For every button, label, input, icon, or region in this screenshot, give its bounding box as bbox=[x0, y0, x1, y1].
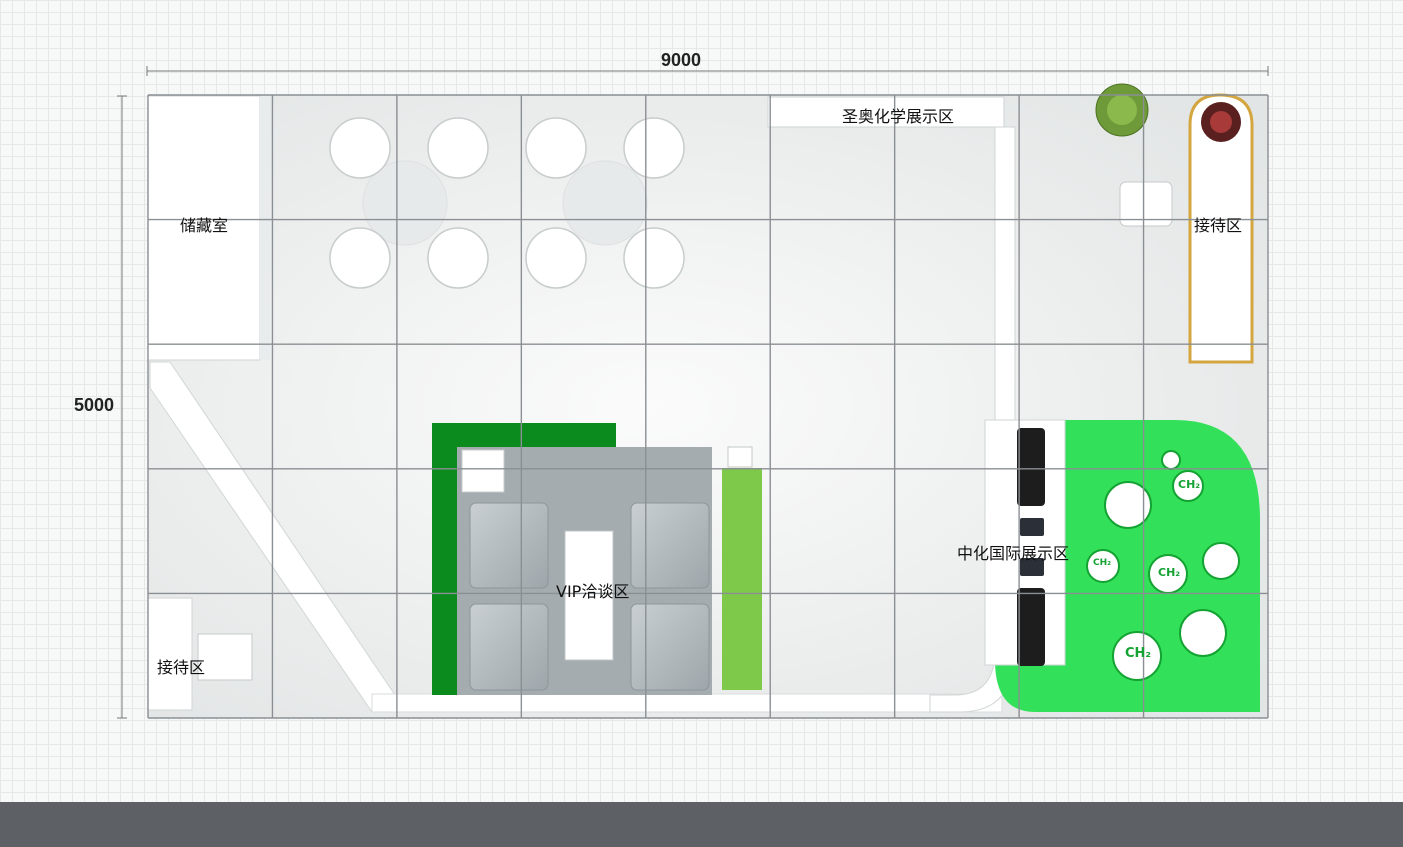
label-shengao: 圣奥化学展示区 bbox=[842, 107, 955, 126]
plant-wall bbox=[722, 468, 762, 690]
label-reception-left: 接待区 bbox=[157, 658, 206, 677]
badge-label: CH₂ bbox=[1178, 478, 1201, 491]
height-dimension: 5000 bbox=[74, 395, 115, 415]
floor-plan bbox=[117, 66, 1269, 719]
label-storage: 储藏室 bbox=[180, 216, 229, 235]
badge-label: CH₂ bbox=[1125, 646, 1152, 661]
badge-label: CH₂ bbox=[1158, 566, 1181, 579]
label-zhonghua: 中化国际展示区 bbox=[957, 544, 1070, 563]
badge-label: CH₂ bbox=[1093, 558, 1112, 568]
plant-wall-cap bbox=[727, 446, 753, 468]
vip-side-table bbox=[461, 449, 505, 493]
reception-counter-left bbox=[197, 633, 253, 681]
label-reception-right: 接待区 bbox=[1194, 216, 1243, 235]
label-vip: VIP洽谈区 bbox=[556, 582, 630, 601]
width-dimension: 9000 bbox=[661, 50, 702, 70]
tire-stack-bottom bbox=[1017, 588, 1045, 666]
tire-stack-top bbox=[1017, 428, 1045, 506]
tablet-1 bbox=[1020, 518, 1044, 536]
